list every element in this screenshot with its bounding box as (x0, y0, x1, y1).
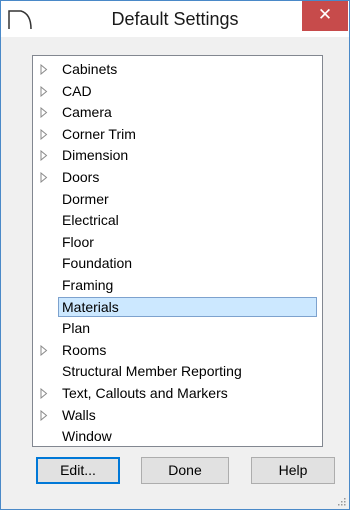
tree-item-label: Camera (62, 104, 112, 121)
close-button[interactable]: ✕ (302, 1, 348, 31)
tree-item-label: Electrical (62, 212, 119, 229)
tree-item-label: Floor (62, 233, 94, 250)
tree-item-label: CAD (62, 82, 92, 99)
window-title: Default Settings (111, 9, 239, 29)
expand-arrow-icon[interactable] (40, 388, 48, 399)
resize-grip-icon[interactable] (336, 496, 346, 506)
done-button[interactable]: Done (141, 457, 229, 484)
tree-item-label: Doors (62, 169, 100, 185)
expand-arrow-icon[interactable] (40, 172, 48, 183)
tree-item-text-callouts-and-markers[interactable]: Text, Callouts and Markers (33, 383, 322, 404)
tree-item-label: Framing (62, 277, 114, 293)
tree-item-label: Rooms (62, 341, 107, 358)
tree-item-dormer[interactable]: Dormer (33, 189, 322, 210)
help-button[interactable]: Help (251, 457, 335, 484)
title-bar[interactable]: Default Settings ✕ (1, 1, 349, 37)
default-settings-dialog: Default Settings ✕ Cabinets CAD Camera Corn… (0, 0, 350, 510)
tree-item-dimension[interactable]: Dimension (33, 145, 322, 166)
expand-arrow-icon[interactable] (40, 409, 48, 421)
tree-item-label: Cabinets (62, 61, 118, 77)
tree-item-structural-member-reporting[interactable]: Structural Member Reporting (33, 361, 322, 382)
expand-arrow-icon[interactable] (40, 128, 48, 140)
tree-item-label: Foundation (62, 255, 133, 272)
dialog-content: Cabinets CAD Camera Corner Trim Dimension Doo… (1, 37, 349, 509)
tree-item-label: Text, Callouts and Markers (62, 385, 228, 401)
tree-item-label: Dormer (62, 190, 109, 207)
tree-item-electrical[interactable]: Electrical (33, 210, 322, 231)
tree-item-plan[interactable]: Plan (33, 318, 322, 339)
tree-item-label: Structural Member Reporting (62, 363, 242, 380)
tree-item-corner-trim[interactable]: Corner Trim (33, 124, 322, 145)
tree-item-label: Walls (62, 406, 96, 423)
tree-item-floor[interactable]: Floor (33, 232, 322, 253)
tree-item-walls[interactable]: Walls (33, 405, 322, 426)
tree-item-label: Materials (62, 298, 119, 315)
close-icon: ✕ (317, 5, 333, 24)
tree-item-label: Plan (62, 320, 91, 337)
edit-button[interactable]: Edit... (36, 457, 120, 484)
expand-arrow-icon[interactable] (40, 107, 48, 119)
tree-item-doors[interactable]: Doors (33, 167, 322, 188)
button-row: Edit... Done Help (1, 457, 349, 487)
expand-arrow-icon[interactable] (40, 150, 48, 162)
tree-item-rooms[interactable]: Rooms (33, 340, 322, 361)
tree-item-camera[interactable]: Camera (33, 102, 322, 123)
tree-item-window[interactable]: Window (33, 426, 322, 447)
expand-arrow-icon[interactable] (40, 344, 48, 356)
tree-item-label: Corner Trim (62, 125, 136, 142)
settings-tree[interactable]: Cabinets CAD Camera Corner Trim Dimension Doo… (32, 55, 323, 447)
tree-item-foundation[interactable]: Foundation (33, 253, 322, 274)
tree-item-framing[interactable]: Framing (33, 275, 322, 296)
tree-item-label: Dimension (62, 147, 129, 164)
expand-arrow-icon[interactable] (40, 85, 48, 97)
tree-item-cabinets[interactable]: Cabinets (33, 59, 322, 80)
tree-item-cad[interactable]: CAD (33, 81, 322, 102)
tree-item-label: Window (62, 428, 112, 445)
expand-arrow-icon[interactable] (40, 64, 48, 75)
tree-item-materials[interactable]: Materials (33, 296, 322, 318)
